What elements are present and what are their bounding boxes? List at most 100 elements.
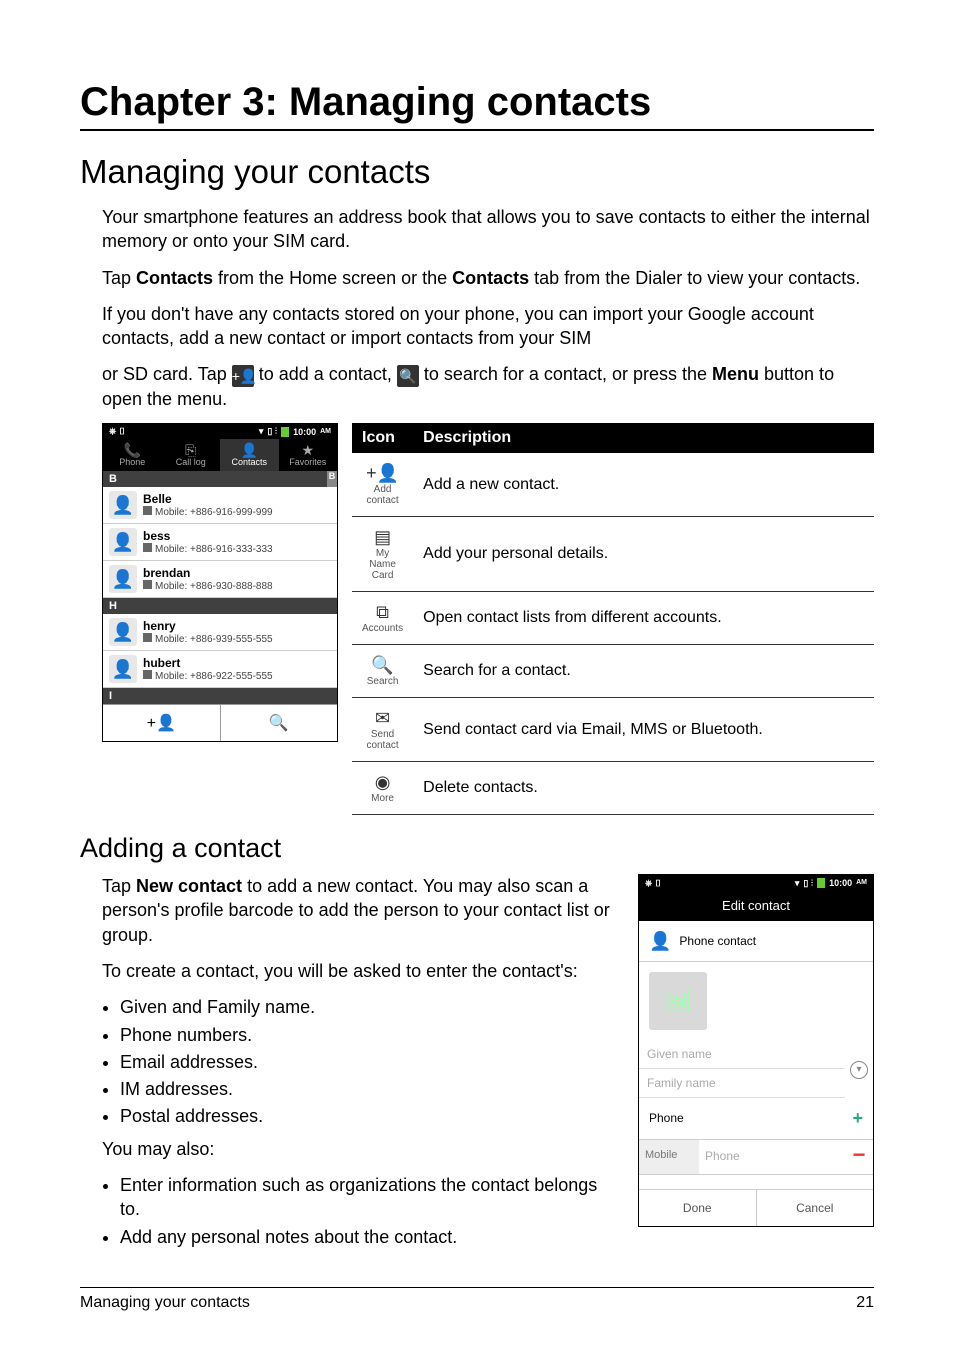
edit-contact-screenshot: ⎈ ▯ ▾ ▯ ⫶ 10:00 AM Edit contact 👤 Phone … [638, 874, 874, 1227]
footer-title: Managing your contacts [80, 1294, 250, 1312]
send-contact-icon: ✉ [362, 708, 403, 729]
avatar-icon: 👤 [109, 618, 137, 646]
contact-number: Mobile: +886-916-999-999 [143, 506, 273, 518]
tab-favorites[interactable]: ★Favorites [279, 439, 338, 471]
phone-type-selector[interactable]: Mobile [639, 1140, 699, 1174]
list-item: Phone numbers. [120, 1023, 622, 1047]
icon-label: Search [367, 676, 399, 687]
table-row: 🔍SearchSearch for a contact. [352, 645, 874, 698]
bold-contacts: Contacts [136, 268, 213, 288]
list-item: Email addresses. [120, 1050, 622, 1074]
phone-number-field[interactable]: Phone [699, 1140, 845, 1174]
adding-p3: You may also: [102, 1137, 622, 1161]
tab-label: Call log [176, 457, 206, 467]
list-item: Given and Family name. [120, 995, 622, 1019]
text: or SD card. Tap [102, 364, 232, 384]
expand-name-icon[interactable]: ▾ [850, 1061, 868, 1079]
contact-list: 👤BelleMobile: +886-916-999-999 👤bessMobi… [103, 487, 337, 598]
contact-name: hubert [143, 656, 273, 670]
done-button[interactable]: Done [639, 1189, 757, 1226]
you-may-also-list: Enter information such as organizations … [120, 1173, 622, 1249]
contact-number: Mobile: +886-930-888-888 [143, 580, 273, 592]
icon-label: Send contact [366, 729, 398, 751]
calllog-icon: ⎘ [162, 443, 221, 457]
index-b: BB [103, 471, 337, 487]
given-name-field[interactable]: Given name [639, 1040, 845, 1069]
icon-desc: Search for a contact. [413, 645, 874, 698]
table-row: ✉Send contactSend contact card via Email… [352, 698, 874, 762]
adding-a-contact-title: Adding a contact [80, 833, 874, 864]
add-contact-icon: +👤 [232, 365, 254, 387]
contacts-screenshot: ⎈ ▯ ▾ ▯ ⫶ 10:00 AM 📞Phone ⎘Call log 👤Con… [102, 423, 338, 742]
list-item[interactable]: 👤henryMobile: +886-939-555-555 [103, 614, 337, 651]
bold-contacts-tab: Contacts [452, 268, 529, 288]
add-contact-icon: +👤 [362, 463, 403, 484]
chapter-rule [80, 129, 874, 131]
adding-p1: Tap New contact to add a new contact. Yo… [102, 874, 622, 947]
add-contact-button[interactable]: +👤 [103, 705, 221, 741]
contact-name: bess [143, 529, 273, 543]
add-phone-icon[interactable]: + [852, 1106, 863, 1130]
icon-desc: Open contact lists from different accoun… [413, 592, 874, 645]
status-am: AM [856, 878, 867, 887]
intro-p3: If you don't have any contacts stored on… [102, 302, 874, 351]
page-number: 21 [856, 1294, 874, 1312]
bold-menu: Menu [712, 364, 759, 384]
text: Tap [102, 268, 136, 288]
status-left-icons: ⎈ ▯ [645, 877, 662, 889]
phone-contact-icon: 👤 [649, 929, 671, 953]
intro-p1: Your smartphone features an address book… [102, 205, 874, 254]
tab-label: Favorites [289, 457, 326, 467]
star-icon: ★ [279, 443, 338, 457]
sim-icon [143, 580, 152, 589]
battery-icon [281, 427, 289, 437]
status-time: 10:00 [293, 427, 316, 437]
contact-number: Mobile: +886-916-333-333 [143, 543, 273, 555]
signal-icon: ▯ ⫶ [267, 426, 277, 437]
index-i: I [103, 688, 337, 704]
wifi-icon: ▾ [795, 877, 800, 889]
contact-photo-placeholder[interactable]: 🖼 [649, 972, 707, 1030]
chapter-title: Chapter 3: Managing contacts [80, 80, 874, 125]
tab-calllog[interactable]: ⎘Call log [162, 439, 221, 471]
contact-fields-list: Given and Family name. Phone numbers. Em… [120, 995, 622, 1128]
battery-icon [817, 878, 825, 888]
table-row: ▤My Name CardAdd your personal details. [352, 517, 874, 592]
wifi-icon: ▾ [259, 426, 264, 437]
list-item[interactable]: 👤bessMobile: +886-916-333-333 [103, 524, 337, 561]
contact-number: Mobile: +886-939-555-555 [143, 633, 273, 645]
avatar-icon: 👤 [109, 655, 137, 683]
scroll-index-b[interactable]: B [327, 471, 337, 487]
list-item: Postal addresses. [120, 1104, 622, 1128]
tab-label: Contacts [231, 457, 267, 467]
name-card-icon: ▤ [362, 527, 403, 548]
status-bar: ⎈ ▯ ▾ ▯ ⫶ 10:00 AM [639, 875, 873, 891]
bottom-actions: +👤 🔍 [103, 704, 337, 741]
remove-phone-icon[interactable]: − [853, 1142, 866, 1167]
signal-icon: ▯ ⫶ [803, 877, 813, 889]
avatar-icon: 👤 [109, 491, 137, 519]
search-button[interactable]: 🔍 [221, 705, 338, 741]
accounts-icon: ⧉ [362, 602, 403, 623]
search-icon: 🔍 [397, 365, 419, 387]
table-row: ◉MoreDelete contacts. [352, 762, 874, 815]
status-time: 10:00 [829, 877, 852, 889]
icon-desc: Add a new contact. [413, 453, 874, 517]
edit-contact-title: Edit contact [639, 891, 873, 921]
bold-new-contact: New contact [136, 876, 242, 896]
tab-phone[interactable]: 📞Phone [103, 439, 162, 471]
list-item: Enter information such as organizations … [120, 1173, 622, 1222]
text: Tap [102, 876, 136, 896]
cancel-button[interactable]: Cancel [757, 1189, 874, 1226]
intro-p2: Tap Contacts from the Home screen or the… [102, 266, 874, 290]
sim-icon [143, 543, 152, 552]
sim-icon [143, 670, 152, 679]
contact-type-row[interactable]: 👤 Phone contact [639, 921, 873, 962]
list-item[interactable]: 👤hubertMobile: +886-922-555-555 [103, 651, 337, 688]
family-name-field[interactable]: Family name [639, 1069, 845, 1098]
icon-label: My Name Card [369, 548, 396, 581]
text: to search for a contact, or press the [424, 364, 712, 384]
list-item[interactable]: 👤BelleMobile: +886-916-999-999 [103, 487, 337, 524]
list-item[interactable]: 👤brendanMobile: +886-930-888-888 [103, 561, 337, 598]
tab-contacts[interactable]: 👤Contacts [220, 439, 279, 471]
